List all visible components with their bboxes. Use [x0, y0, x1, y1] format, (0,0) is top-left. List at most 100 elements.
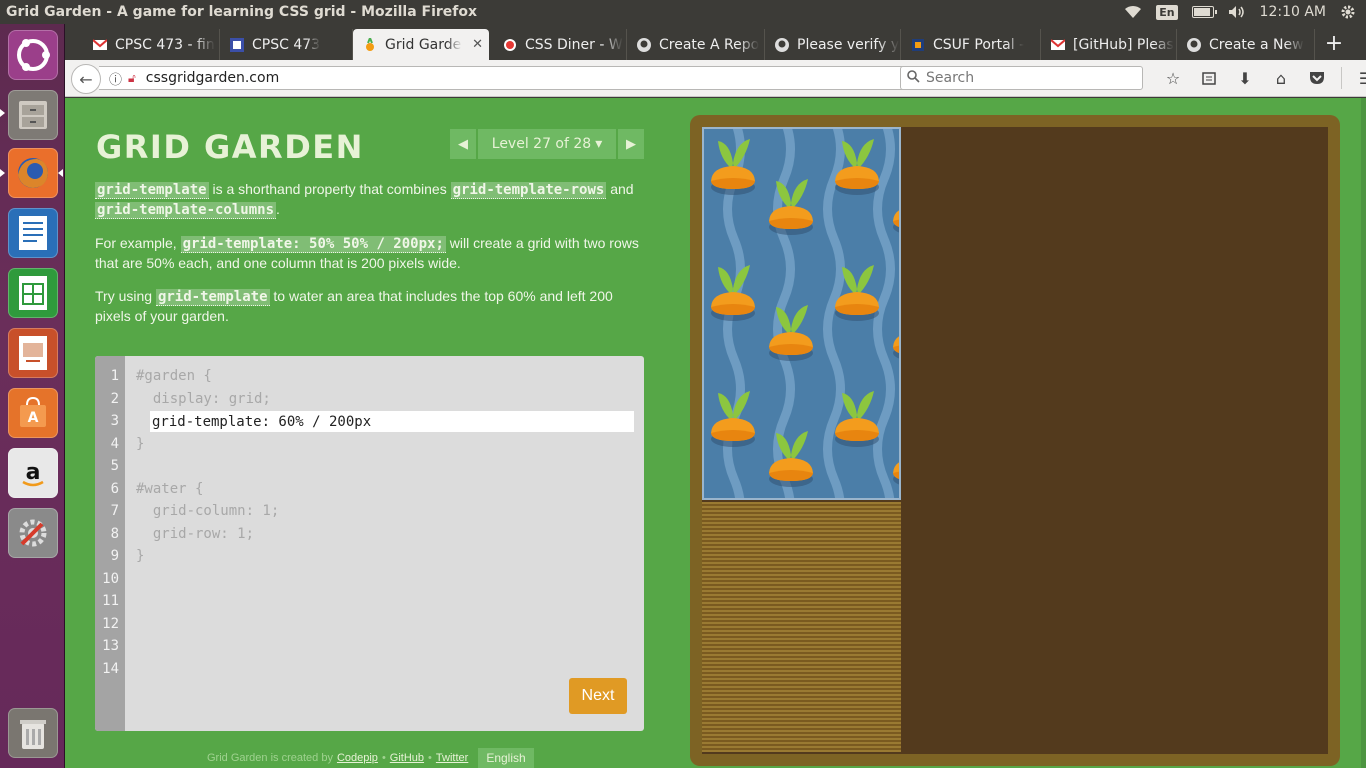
pocket-icon[interactable] — [1299, 66, 1335, 90]
new-tab-button[interactable]: + — [1318, 29, 1350, 57]
page-scrollbar[interactable] — [1361, 98, 1366, 768]
amazon-icon: a — [22, 460, 44, 487]
url-bar[interactable]: ⓘ 🔓︎ cssgridgarden.com ↻ — [99, 66, 959, 90]
line-number: 10 — [102, 570, 119, 587]
svg-text:a: a — [26, 460, 41, 485]
window-title: Grid Garden - A game for learning CSS gr… — [6, 4, 478, 20]
csuf-icon — [911, 38, 925, 52]
home-icon[interactable]: ⌂ — [1263, 66, 1299, 90]
carrot — [710, 255, 756, 325]
url-text[interactable]: cssgridgarden.com — [146, 70, 928, 86]
code-term[interactable]: grid-template — [95, 182, 209, 199]
tab-cpsc473-final[interactable]: CPSC 473 - fin — [83, 29, 220, 60]
code-line-6: #water { — [136, 481, 204, 497]
text: is a shorthand property that combines — [208, 181, 451, 197]
tab-github-please[interactable]: [GitHub] Pleas — [1041, 29, 1177, 60]
code-term[interactable]: grid-template — [155, 289, 270, 306]
writer-launcher[interactable] — [8, 208, 58, 258]
downloads-icon[interactable]: ⬇ — [1227, 66, 1263, 90]
toolbar-icons: ☆ ⬇ ⌂ ☰ — [1155, 66, 1366, 90]
gear-icon[interactable] — [1340, 4, 1356, 20]
code-line-4: } — [136, 436, 145, 452]
document-icon — [19, 216, 47, 250]
tab-label: Grid Garden — [385, 36, 463, 53]
file-cabinet-icon — [19, 101, 47, 129]
keyboard-layout-indicator[interactable]: En — [1156, 4, 1178, 20]
tab-csuf-portal[interactable]: CSUF Portal - — [901, 29, 1041, 60]
tab-label: CPSC 473 — [252, 36, 321, 53]
calc-launcher[interactable] — [8, 268, 58, 318]
menu-icon[interactable]: ☰ — [1348, 66, 1366, 90]
insecure-lock-icon[interactable]: 🔓︎ — [128, 71, 136, 86]
carrot — [710, 381, 756, 451]
tab-strip: CPSC 473 - fin CPSC 473 Grid Garden ✕ CS… — [65, 24, 1366, 60]
trash-launcher[interactable] — [8, 708, 58, 758]
example-paragraph: For example, grid-template: 50% 50% / 20… — [95, 234, 650, 273]
previous-level-button[interactable]: ◀ — [450, 129, 476, 159]
line-number: 9 — [110, 548, 119, 564]
tab-css-diner[interactable]: CSS Diner - W — [493, 29, 627, 60]
tab-label: CSUF Portal - — [933, 36, 1025, 53]
gmail-icon — [1050, 38, 1066, 52]
ubuntu-logo-icon — [17, 39, 50, 71]
github-link[interactable]: GitHub — [390, 752, 424, 764]
dash-home-button[interactable] — [8, 30, 58, 80]
wifi-icon[interactable] — [1124, 5, 1142, 19]
system-top-bar: Grid Garden - A game for learning CSS gr… — [0, 0, 1366, 24]
dry-soil-area — [702, 502, 901, 752]
triangle-right-icon: ▶ — [626, 136, 636, 152]
water-area — [702, 127, 901, 500]
tab-grid-garden[interactable]: Grid Garden ✕ — [353, 29, 489, 60]
code-term[interactable]: grid-template-rows — [450, 182, 607, 199]
tab-label: CSS Diner - W — [525, 36, 623, 53]
code-term[interactable]: grid-template: 50% 50% / 200px; — [180, 236, 446, 253]
battery-icon[interactable] — [1191, 6, 1217, 18]
tab-please-verify[interactable]: Please verify y — [765, 29, 901, 60]
firefox-launcher[interactable] — [8, 148, 58, 198]
unity-launcher: A a — [0, 24, 65, 768]
line-number: 14 — [102, 660, 119, 677]
instructions: grid-template is a shorthand property th… — [95, 180, 650, 340]
task-paragraph: Try using grid-template to water an area… — [95, 287, 650, 326]
files-launcher[interactable] — [8, 90, 58, 140]
next-level-button[interactable]: ▶ — [618, 129, 644, 159]
level-navigator: ◀ Level 27 of 28 ▾ ▶ — [450, 129, 644, 159]
tab-label: Create a New — [1209, 36, 1304, 53]
footer: Grid Garden is created by Codepip • GitH… — [207, 748, 534, 768]
twitter-link[interactable]: Twitter — [436, 752, 468, 764]
level-selector[interactable]: Level 27 of 28 ▾ — [478, 129, 616, 159]
amazon-launcher[interactable]: a — [8, 448, 58, 498]
line-number: 11 — [102, 593, 119, 609]
intro-paragraph: grid-template is a shorthand property th… — [95, 180, 650, 220]
search-input[interactable]: Search — [900, 66, 1143, 90]
css-code-input[interactable] — [150, 411, 634, 432]
trash-icon — [20, 720, 46, 749]
tab-create-new[interactable]: Create a New — [1177, 29, 1315, 60]
tab-create-repo[interactable]: Create A Repo — [627, 29, 765, 60]
carrot — [892, 421, 899, 491]
system-settings-launcher[interactable] — [8, 508, 58, 558]
close-tab-icon[interactable]: ✕ — [466, 37, 489, 52]
volume-icon[interactable] — [1228, 5, 1246, 19]
text: Try using — [95, 288, 156, 304]
line-number: 13 — [102, 638, 119, 654]
back-button[interactable]: ← — [71, 64, 101, 94]
tab-cpsc473[interactable]: CPSC 473 — [220, 29, 353, 60]
language-selector[interactable]: English — [478, 748, 534, 768]
code-term[interactable]: grid-template-columns — [95, 202, 277, 219]
next-button[interactable]: Next — [569, 678, 627, 714]
carrot — [892, 169, 899, 239]
bookmark-star-icon[interactable]: ☆ — [1155, 66, 1191, 90]
line-number: 5 — [110, 458, 119, 474]
search-placeholder: Search — [926, 70, 975, 86]
text: For example, — [95, 235, 181, 251]
info-icon[interactable]: ⓘ — [109, 69, 122, 88]
impress-launcher[interactable] — [8, 328, 58, 378]
codepip-link[interactable]: Codepip — [337, 752, 378, 764]
software-center-launcher[interactable]: A — [8, 388, 58, 438]
github-icon — [1187, 37, 1201, 52]
clock[interactable]: 12:10 AM — [1260, 4, 1326, 20]
reading-list-icon[interactable] — [1191, 66, 1227, 90]
course-icon — [230, 37, 244, 52]
code-line-8: grid-row: 1; — [136, 526, 255, 542]
